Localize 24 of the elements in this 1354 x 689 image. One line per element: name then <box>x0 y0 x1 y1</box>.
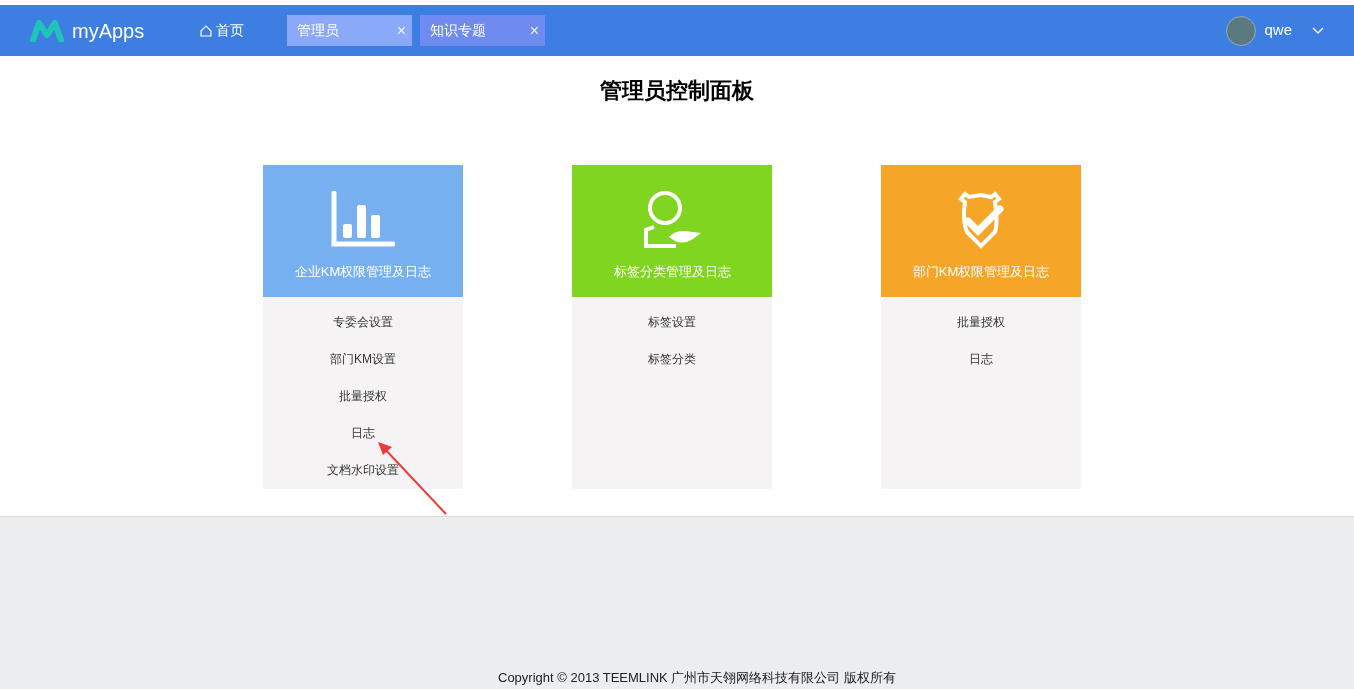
menu-link[interactable]: 日志 <box>969 350 993 369</box>
copyright-text: Copyright © 2013 TEEMLINK 广州市天翎网络科技有限公司 版权所有 <box>498 668 896 687</box>
home-link[interactable]: 首页 <box>200 20 287 41</box>
menu-link[interactable]: 专委会设置 <box>333 313 393 332</box>
menu-link[interactable]: 文档水印设置 <box>327 461 399 480</box>
home-icon <box>200 24 212 37</box>
menu-link[interactable]: 标签分类 <box>648 350 696 369</box>
tab-label: 知识专题 <box>430 21 486 40</box>
logo-text: myApps <box>72 18 145 44</box>
menu-link[interactable]: 部门KM设置 <box>330 350 396 369</box>
menu-link[interactable]: 日志 <box>351 424 375 443</box>
page-title: 管理员控制面板 <box>600 77 754 105</box>
menu-link[interactable]: 标签设置 <box>648 313 696 332</box>
card-title: 标签分类管理及日志 <box>613 262 731 281</box>
menu-link[interactable]: 批量授权 <box>957 313 1005 332</box>
card-title: 企业KM权限管理及日志 <box>294 262 432 281</box>
tab-label: 管理员 <box>297 21 339 40</box>
bar-chart-icon <box>331 191 395 247</box>
menu-link[interactable]: 批量授权 <box>339 387 387 406</box>
user-name[interactable]: qwe <box>1264 19 1292 42</box>
chevron-down-icon[interactable] <box>1312 26 1324 35</box>
card-title: 部门KM权限管理及日志 <box>912 262 1050 281</box>
logo-icon <box>30 19 64 42</box>
person-hand-icon <box>641 191 703 249</box>
